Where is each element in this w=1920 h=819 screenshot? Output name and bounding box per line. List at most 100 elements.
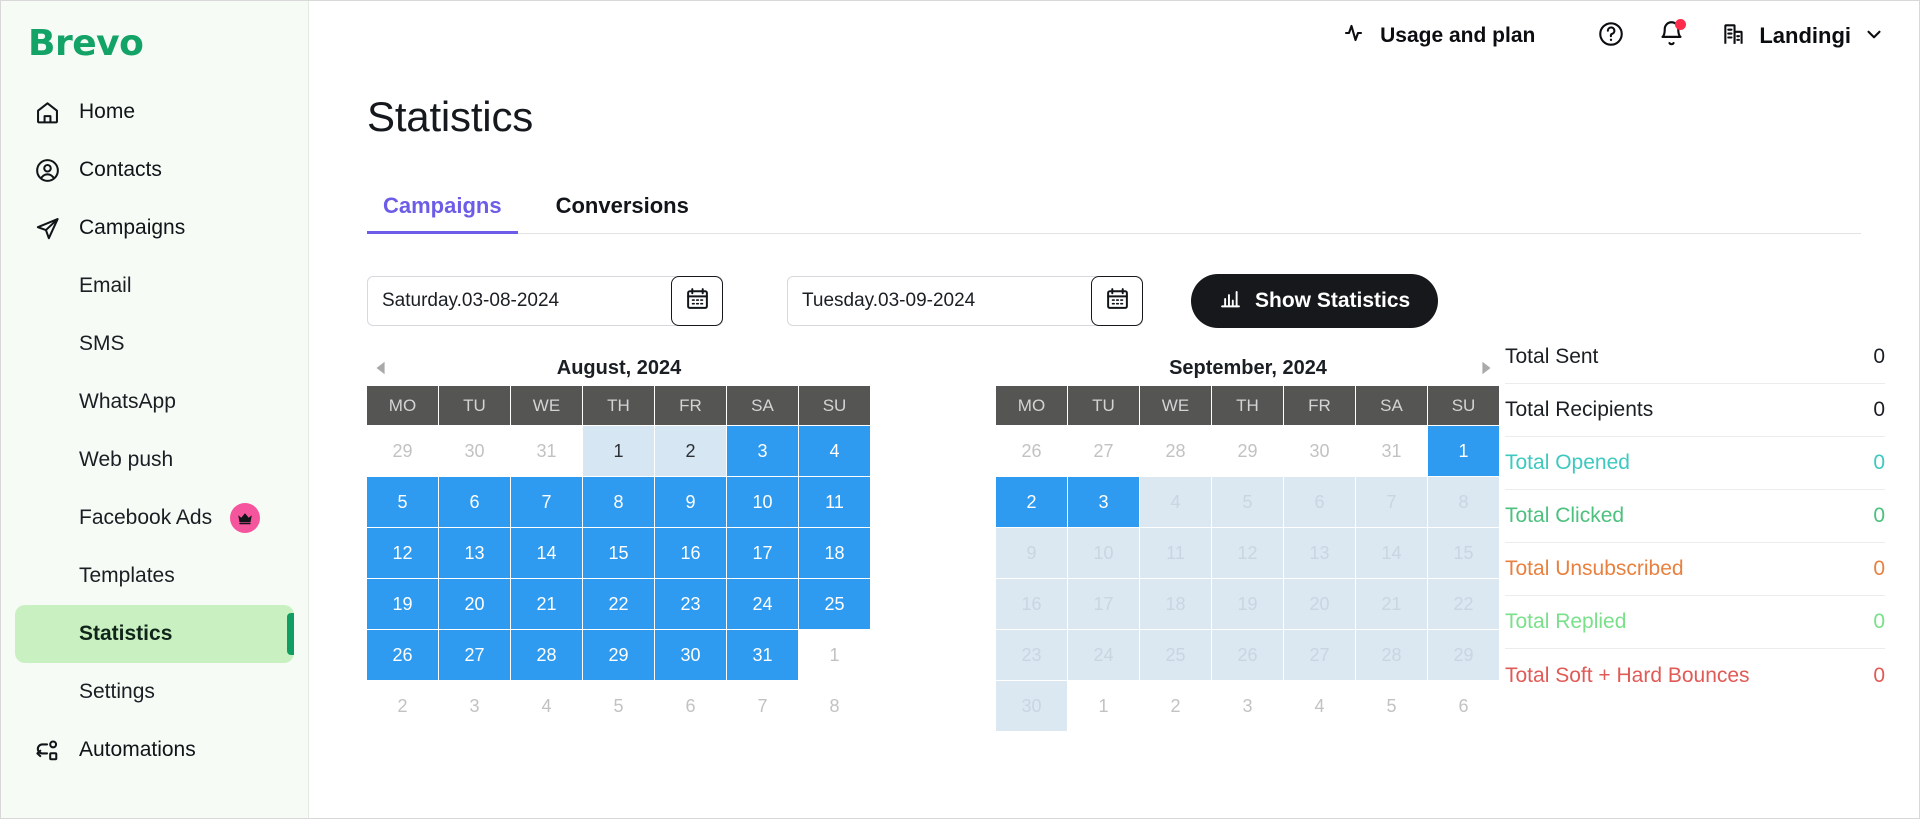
- stat-value: 0: [1873, 664, 1885, 688]
- calendar-day[interactable]: 30: [655, 630, 727, 681]
- calendar-day[interactable]: 13: [439, 528, 511, 579]
- calendar-day[interactable]: 17: [727, 528, 799, 579]
- sidebar-item-settings[interactable]: Settings: [15, 663, 294, 721]
- sidebar-item-home[interactable]: Home: [15, 83, 294, 141]
- calendar-day[interactable]: 22: [583, 579, 655, 630]
- sidebar-item-templates[interactable]: Templates: [15, 547, 294, 605]
- tab-campaigns[interactable]: Campaigns: [367, 193, 518, 233]
- calendar-icon: [1105, 286, 1130, 316]
- calendar-day[interactable]: 28: [1140, 426, 1212, 477]
- sidebar-item-email[interactable]: Email: [15, 257, 294, 315]
- calendar-day[interactable]: 4: [511, 681, 583, 732]
- calendar-day[interactable]: 8: [799, 681, 871, 732]
- calendar-day[interactable]: 31: [727, 630, 799, 681]
- calendar-day[interactable]: 1: [1068, 681, 1140, 732]
- calendar-day[interactable]: 28: [511, 630, 583, 681]
- calendar-day[interactable]: 25: [799, 579, 871, 630]
- calendar-day[interactable]: 29: [1212, 426, 1284, 477]
- stat-row: Total Sent0: [1505, 331, 1885, 384]
- calendar-day[interactable]: 6: [655, 681, 727, 732]
- calendar-day[interactable]: 9: [655, 477, 727, 528]
- calendar-day[interactable]: 3: [439, 681, 511, 732]
- sidebar-item-campaigns[interactable]: Campaigns: [15, 199, 294, 257]
- calendar-day[interactable]: 3: [727, 426, 799, 477]
- calendar-day[interactable]: 18: [799, 528, 871, 579]
- sidebar-item-label: Campaigns: [79, 216, 185, 240]
- calendar-day[interactable]: 16: [655, 528, 727, 579]
- calendar-day[interactable]: 5: [367, 477, 439, 528]
- calendar-day[interactable]: 2: [367, 681, 439, 732]
- calendar-day[interactable]: 21: [511, 579, 583, 630]
- chevron-right-icon[interactable]: [1474, 356, 1498, 380]
- calendar-day[interactable]: 4: [1284, 681, 1356, 732]
- calendar-day[interactable]: 2: [1140, 681, 1212, 732]
- calendar-day[interactable]: 26: [367, 630, 439, 681]
- sidebar-item-statistics[interactable]: Statistics: [15, 605, 294, 663]
- date-range-controls: Show Statistics: [367, 276, 1919, 328]
- calendar-day[interactable]: 12: [367, 528, 439, 579]
- calendar-day[interactable]: 11: [799, 477, 871, 528]
- calendar-day[interactable]: 31: [1356, 426, 1428, 477]
- end-date-input[interactable]: [788, 277, 1091, 325]
- calendar-day[interactable]: 1: [799, 630, 871, 681]
- calendar-day[interactable]: 27: [439, 630, 511, 681]
- calendar-day[interactable]: 3: [1212, 681, 1284, 732]
- calendar-day[interactable]: 14: [511, 528, 583, 579]
- calendar-day[interactable]: 6: [439, 477, 511, 528]
- calendar-day: 19: [1212, 579, 1284, 630]
- automations-icon: [31, 734, 63, 766]
- calendar-day[interactable]: 19: [367, 579, 439, 630]
- building-icon: [1721, 21, 1747, 52]
- calendar-day[interactable]: 29: [367, 426, 439, 477]
- chevron-left-icon[interactable]: [369, 356, 393, 380]
- usage-and-plan-button[interactable]: Usage and plan: [1344, 21, 1535, 51]
- calendar-day[interactable]: 20: [439, 579, 511, 630]
- account-switcher[interactable]: Landingi: [1721, 21, 1885, 52]
- start-date-input[interactable]: [368, 277, 671, 325]
- calendar-day[interactable]: 27: [1068, 426, 1140, 477]
- end-date-calendar-button[interactable]: [1091, 276, 1143, 326]
- calendar-day[interactable]: 2: [655, 426, 727, 477]
- start-date-field[interactable]: [367, 276, 723, 326]
- calendar-day[interactable]: 8: [583, 477, 655, 528]
- calendar-day[interactable]: 7: [511, 477, 583, 528]
- calendar-day[interactable]: 5: [1356, 681, 1428, 732]
- calendar-day[interactable]: 2: [996, 477, 1068, 528]
- notifications-button[interactable]: [1649, 14, 1693, 58]
- calendar-day[interactable]: 24: [727, 579, 799, 630]
- calendar-day[interactable]: 30: [1284, 426, 1356, 477]
- calendar-day[interactable]: 31: [511, 426, 583, 477]
- start-date-calendar-button[interactable]: [671, 276, 723, 326]
- sidebar-item-facebook-ads[interactable]: Facebook Ads: [15, 489, 294, 547]
- calendar-day[interactable]: 26: [996, 426, 1068, 477]
- crown-icon[interactable]: [230, 503, 260, 533]
- stat-value: 0: [1873, 557, 1885, 581]
- calendar-day[interactable]: 3: [1068, 477, 1140, 528]
- calendar-day[interactable]: 23: [655, 579, 727, 630]
- stat-value: 0: [1873, 610, 1885, 634]
- calendar-day[interactable]: 15: [583, 528, 655, 579]
- activity-icon: [1344, 21, 1368, 51]
- calendar-day[interactable]: 6: [1428, 681, 1500, 732]
- calendar-day[interactable]: 1: [1428, 426, 1500, 477]
- sidebar-item-web-push[interactable]: Web push: [15, 431, 294, 489]
- show-statistics-button[interactable]: Show Statistics: [1191, 274, 1438, 328]
- brand-logo[interactable]: Brevo: [1, 7, 308, 79]
- tab-conversions[interactable]: Conversions: [540, 193, 705, 233]
- calendar-day[interactable]: 30: [439, 426, 511, 477]
- calendar-day[interactable]: 7: [727, 681, 799, 732]
- calendar-day[interactable]: 29: [583, 630, 655, 681]
- sidebar-item-label: Templates: [79, 564, 175, 588]
- calendar-day[interactable]: 4: [799, 426, 871, 477]
- calendar-day[interactable]: 1: [583, 426, 655, 477]
- home-icon: [31, 96, 63, 128]
- help-button[interactable]: [1589, 14, 1633, 58]
- end-date-field[interactable]: [787, 276, 1143, 326]
- sidebar-item-contacts[interactable]: Contacts: [15, 141, 294, 199]
- calendar-weekday-header: WE: [511, 386, 583, 426]
- sidebar-item-whatsapp[interactable]: WhatsApp: [15, 373, 294, 431]
- sidebar-item-automations[interactable]: Automations: [15, 721, 294, 779]
- calendar-day[interactable]: 5: [583, 681, 655, 732]
- calendar-day[interactable]: 10: [727, 477, 799, 528]
- sidebar-item-sms[interactable]: SMS: [15, 315, 294, 373]
